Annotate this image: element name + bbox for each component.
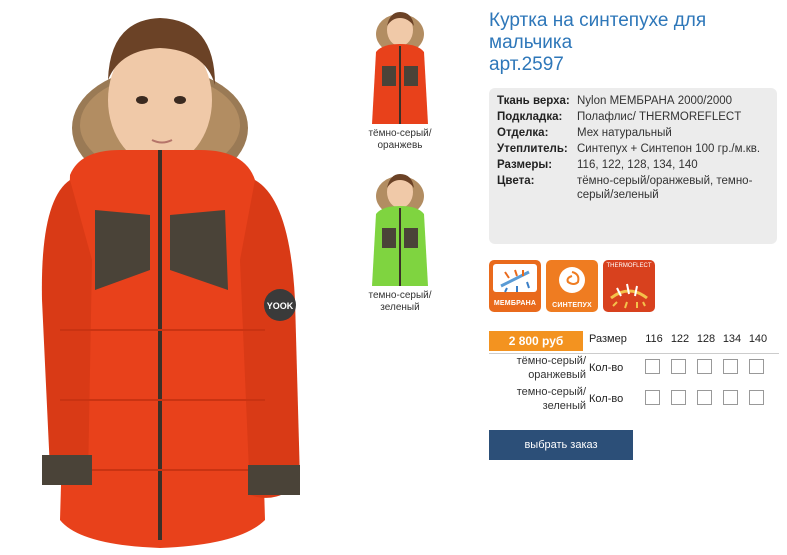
- size-option: 134: [722, 333, 742, 345]
- quantity-label: Кол-во: [589, 393, 624, 405]
- spec-key: Утеплитель:: [497, 143, 568, 155]
- quantity-checkbox[interactable]: [697, 390, 712, 405]
- thumbnail-orange-image[interactable]: [360, 6, 440, 126]
- spec-value: Полафлис/ THERMOREFLECT: [577, 111, 742, 123]
- patch-logo: YOOK: [267, 301, 294, 311]
- sintepuh-label: СИНТЕПУХ: [552, 302, 592, 309]
- size-option: 116: [645, 333, 663, 345]
- spec-value: Nylon МЕМБРАНА 2000/2000: [577, 95, 733, 107]
- sintepuh-icon[interactable]: СИНТЕПУХ: [546, 260, 598, 312]
- spec-key: Отделка:: [497, 127, 549, 139]
- thermoreflect-icon[interactable]: THERMOFLECT: [603, 260, 655, 312]
- quantity-checkboxes: [645, 359, 775, 374]
- spec-row: Отделка: Мех натуральный: [497, 126, 771, 140]
- spec-value: Синтепух + Синтепон 100 гр./м.кв.: [577, 143, 761, 155]
- size-list: 116 122 128 134 140: [641, 333, 771, 345]
- order-row-orange: тёмно-серый/оранжевый Кол-во: [489, 353, 779, 383]
- specs-panel: Ткань верха: Nylon МЕМБРАНА 2000/2000 По…: [489, 88, 777, 244]
- size-option: 122: [670, 333, 690, 345]
- size-option: 128: [696, 333, 716, 345]
- spec-key: Цвета:: [497, 175, 535, 187]
- spec-key: Ткань верха:: [497, 95, 570, 107]
- product-article: арт.2597: [489, 54, 564, 75]
- quantity-checkbox[interactable]: [645, 390, 660, 405]
- spec-value: 116, 122, 128, 134, 140: [577, 159, 698, 171]
- quantity-checkbox[interactable]: [671, 359, 686, 374]
- quantity-checkboxes: [645, 390, 775, 405]
- membrana-label: МЕМБРАНА: [493, 300, 537, 307]
- spec-value: тёмно-серый/оранжевый, темно-серый/зелен…: [577, 175, 753, 201]
- main-product-photo[interactable]: YOOK: [10, 0, 310, 555]
- spec-key: Размеры:: [497, 159, 553, 171]
- color-name: темно-серый/зеленый: [516, 386, 586, 412]
- membrana-icon[interactable]: МЕМБРАНА: [489, 260, 541, 312]
- spec-row: Размеры: 116, 122, 128, 134, 140: [497, 158, 771, 172]
- product-title-line1: Куртка на синтепухе для: [489, 10, 707, 31]
- quantity-checkbox[interactable]: [697, 359, 712, 374]
- quantity-label: Кол-во: [589, 362, 624, 374]
- price-badge: 2 800 руб: [489, 331, 583, 351]
- thumbnail-green-label: темно-серый/зеленый: [368, 290, 432, 313]
- quantity-checkbox[interactable]: [749, 390, 764, 405]
- product-title: Куртка на синтепухе для мальчика арт.259…: [489, 10, 779, 76]
- quantity-checkbox[interactable]: [671, 390, 686, 405]
- spec-row: Подкладка: Полафлис/ THERMOREFLECT: [497, 110, 771, 124]
- quantity-checkbox[interactable]: [645, 359, 660, 374]
- spec-row: Цвета: тёмно-серый/оранжевый, темно-серы…: [497, 174, 771, 202]
- select-order-button[interactable]: выбрать заказ: [489, 430, 633, 460]
- size-option: 140: [748, 333, 768, 345]
- quantity-checkbox[interactable]: [749, 359, 764, 374]
- thumbnail-green-image[interactable]: [360, 168, 440, 288]
- thumbnail-orange[interactable]: тёмно-серый/оранжевь: [356, 6, 444, 152]
- size-header-label: Размер: [589, 333, 627, 345]
- quantity-checkbox[interactable]: [723, 390, 738, 405]
- spec-row: Утеплитель: Синтепух + Синтепон 100 гр./…: [497, 142, 771, 156]
- thumbnail-green[interactable]: темно-серый/зеленый: [356, 168, 444, 314]
- spec-key: Подкладка:: [497, 111, 563, 123]
- spec-row: Ткань верха: Nylon МЕМБРАНА 2000/2000: [497, 94, 771, 108]
- quantity-checkbox[interactable]: [723, 359, 738, 374]
- color-name: тёмно-серый/оранжевый: [516, 355, 586, 381]
- technology-icons: МЕМБРАНА СИНТЕПУХ THERMOFLECT: [489, 260, 655, 312]
- product-title-line2: мальчика: [489, 32, 573, 53]
- spec-value: Мех натуральный: [577, 127, 672, 139]
- order-row-green: темно-серый/зеленый Кол-во: [489, 385, 779, 415]
- thumbnail-orange-label: тёмно-серый/оранжевь: [368, 128, 432, 151]
